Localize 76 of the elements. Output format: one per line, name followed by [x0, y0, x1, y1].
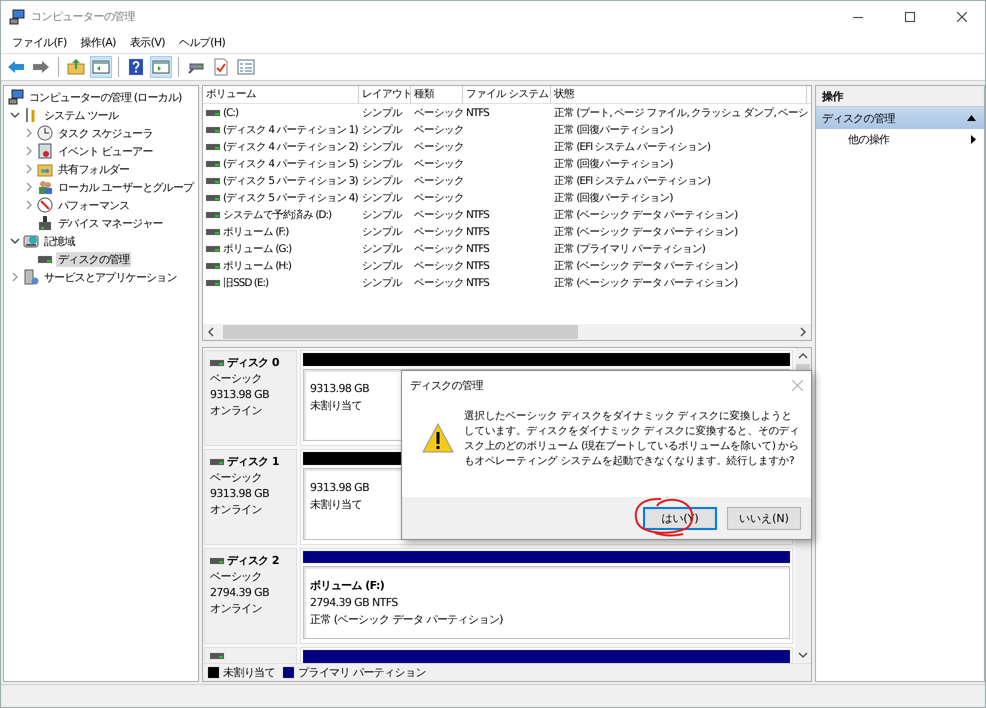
table-cell: NTFS [466, 242, 489, 254]
table-cell: 正常 (EFI システム パーティション) [554, 174, 710, 186]
disk-status: オンライン [210, 601, 264, 617]
table-cell: 正常 (回復パーティション) [554, 124, 673, 136]
table-cell: シンプル [362, 124, 402, 136]
table-cell: シンプル [362, 192, 402, 204]
table-cell: ベーシック [414, 124, 464, 136]
table-cell: システムで予約済み (D:) [223, 208, 332, 222]
table-cell: 正常 (ベーシック データ パーティション) [554, 226, 738, 238]
disk-name: ディスク 2 [227, 553, 279, 569]
table-cell: ベーシック [414, 260, 464, 272]
table-cell: 正常 (プライマリ パーティション) [554, 242, 705, 254]
partition-detail: 9313.98 GB [310, 480, 370, 496]
table-cell: NTFS [466, 226, 489, 238]
table-cell: NTFS [466, 260, 489, 272]
table-cell: 正常 (ベーシック データ パーティション) [554, 208, 738, 220]
table-cell: 正常 (ベーシック データ パーティション) [554, 260, 738, 272]
table-cell: ベーシック [414, 226, 464, 238]
table-cell: シンプル [362, 260, 402, 272]
partition-detail: 未割り当て [310, 398, 362, 414]
table-cell: (ディスク 4 パーティション 2) [223, 140, 358, 154]
table-cell: ベーシック [414, 242, 464, 254]
table-cell: 正常 (EFI システム パーティション) [554, 140, 710, 152]
partition-detail: 正常 (ベーシック データ パーティション) [310, 612, 503, 628]
table-cell: (ディスク 5 パーティション 4) [223, 190, 358, 204]
dialog-title: ディスクの管理 [410, 378, 483, 392]
table-cell: ベーシック [414, 158, 464, 170]
table-cell: ベーシック [414, 174, 464, 186]
table-cell: ベーシック [414, 106, 464, 118]
disk-type: ベーシック [210, 371, 264, 387]
table-cell: NTFS [466, 276, 489, 288]
table-cell: シンプル [362, 208, 402, 220]
disk-status: オンライン [210, 502, 264, 518]
window-title: コンピューターの管理 [31, 9, 136, 24]
table-cell: ベーシック [414, 192, 464, 204]
disk-type: ベーシック [210, 569, 264, 585]
partition-title: ボリューム (F:) [310, 578, 384, 594]
disk-size: 2794.39 GB [210, 585, 270, 601]
table-cell: 正常 (ブート, ページ ファイル, クラッシュ ダンプ, ベーシ [554, 106, 808, 118]
actions-header: 操作 [816, 86, 984, 107]
table-cell: シンプル [362, 174, 402, 186]
table-cell: (ディスク 5 パーティション 3) [223, 174, 358, 188]
partition-detail: 2794.39 GB NTFS [310, 595, 398, 611]
table-cell: ベーシック [414, 140, 464, 152]
table-cell: (C:) [223, 106, 238, 118]
table-cell: シンプル [362, 106, 402, 118]
table-cell: シンプル [362, 276, 402, 288]
table-cell: ボリューム (G:) [223, 242, 292, 256]
table-cell: (ディスク 4 パーティション 5) [223, 156, 358, 170]
legend-label: 未割り当て [223, 665, 276, 680]
disk-name: ディスク 0 [227, 355, 279, 371]
dialog-message: 選択したベーシック ディスクをダイナミック ディスクに変換しようとしています。ディスクをダイナミック ディスクに変換すると、そのディスク上のどのボリューム (現在ブートしているボリュームを除いて) からもオペレーティング システムを起動できなくなります。続行しますか? [464, 409, 801, 469]
table-cell: 正常 (ベーシック データ パーティション) [554, 276, 738, 288]
table-cell: NTFS [466, 106, 489, 118]
table-cell: ベーシック [414, 208, 464, 220]
table-cell: ボリューム (F:) [223, 224, 288, 238]
section-title: ディスクの管理 [822, 110, 895, 126]
table-cell: 正常 (回復パーティション) [554, 192, 673, 204]
table-cell: ボリューム (H:) [223, 258, 291, 272]
disk-status: オンライン [210, 403, 264, 419]
partition-detail: 9313.98 GB [310, 381, 370, 397]
table-cell: (ディスク 4 パーティション 1) [223, 122, 358, 136]
disk-size: 9313.98 GB [210, 486, 270, 502]
table-cell: シンプル [362, 242, 402, 254]
table-cell: シンプル [362, 158, 402, 170]
table-cell: シンプル [362, 226, 402, 238]
partition-detail: 未割り当て [310, 497, 362, 513]
disk-name: ディスク 1 [227, 454, 279, 470]
table-cell: シンプル [362, 140, 402, 152]
table-cell: NTFS [466, 208, 489, 220]
disk-size: 9313.98 GB [210, 387, 270, 403]
table-cell: 正常 (回復パーティション) [554, 158, 673, 170]
table-cell: 旧SSD (E:) [223, 276, 268, 290]
disk-type: ベーシック [210, 470, 264, 486]
legend-label: プライマリ パーティション [298, 665, 426, 680]
table-cell: ベーシック [414, 276, 464, 288]
